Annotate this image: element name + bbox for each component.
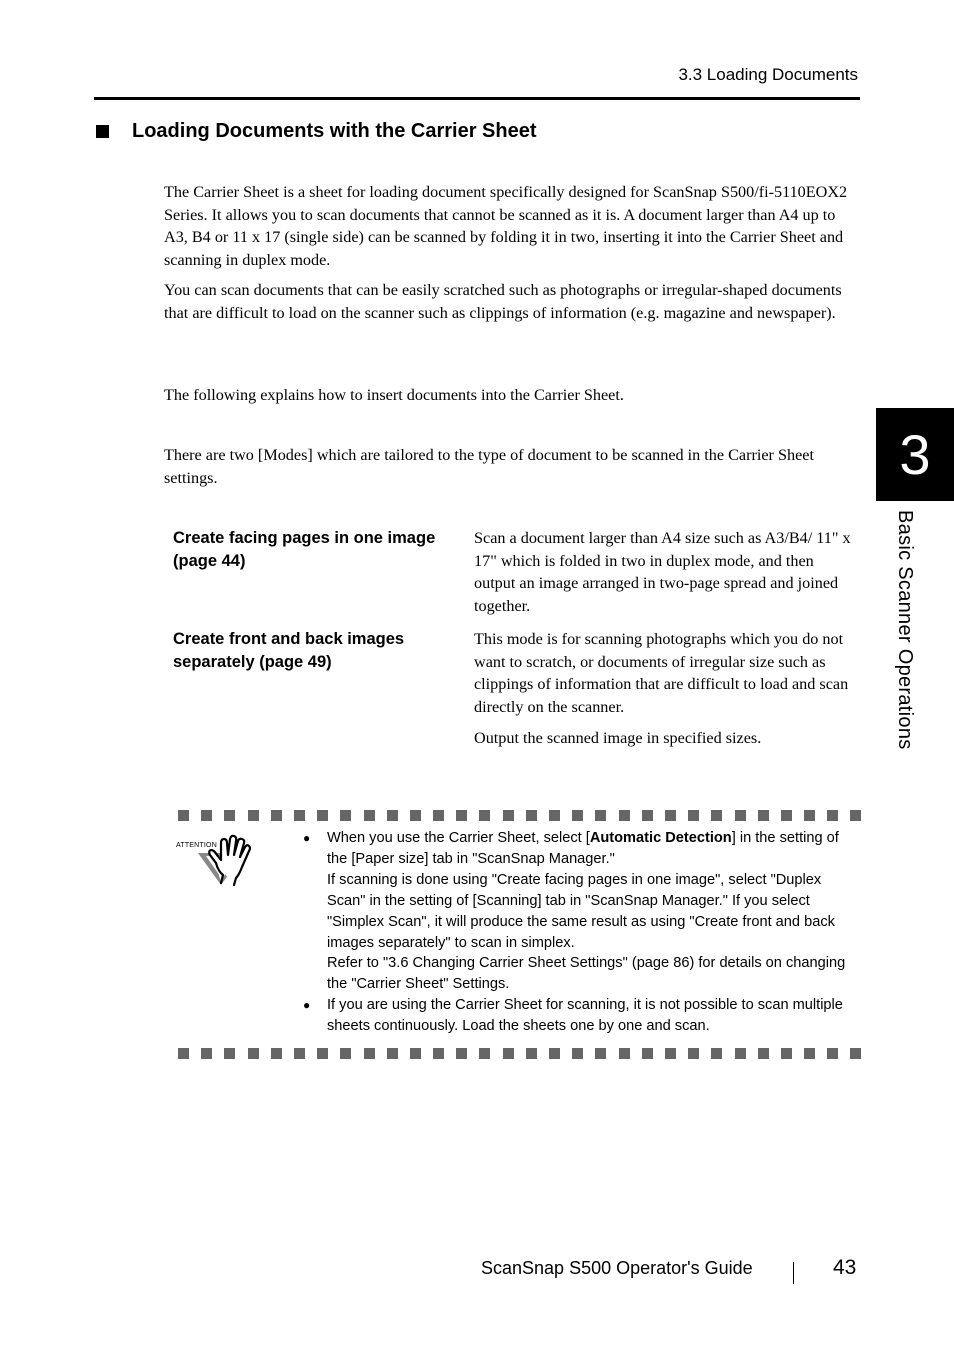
divider-square bbox=[502, 810, 514, 821]
divider-square bbox=[525, 1048, 537, 1059]
divider-square bbox=[618, 1048, 630, 1059]
divider-square bbox=[827, 1048, 839, 1059]
divider-square bbox=[270, 1048, 282, 1059]
divider-square bbox=[572, 1048, 584, 1059]
attention-bottom-divider bbox=[178, 1048, 862, 1059]
chapter-tab[interactable]: 3 bbox=[876, 408, 954, 501]
divider-square bbox=[479, 810, 491, 821]
attention-note: ● If you are using the Carrier Sheet for… bbox=[303, 995, 859, 1037]
modes-table: Create facing pages in one image (page 4… bbox=[173, 527, 863, 749]
divider-square bbox=[641, 1048, 653, 1059]
divider-square bbox=[340, 1048, 352, 1059]
divider-square bbox=[433, 810, 445, 821]
divider-square bbox=[618, 810, 630, 821]
paragraph-following: The following explains how to insert doc… bbox=[164, 386, 624, 404]
chapter-title: Basic Scanner Operations bbox=[894, 510, 916, 750]
mode-row: Create front and back images separately … bbox=[173, 628, 863, 750]
note-text-pre: When you use the Carrier Sheet, select [ bbox=[327, 830, 590, 846]
attention-hand-icon: ATTENTION bbox=[176, 833, 260, 889]
divider-square bbox=[734, 1048, 746, 1059]
attention-notes: ● When you use the Carrier Sheet, select… bbox=[303, 828, 859, 1037]
mode-description: Scan a document larger than A4 size such… bbox=[474, 527, 854, 618]
section-title: Loading Documents with the Carrier Sheet bbox=[132, 120, 537, 142]
divider-square bbox=[525, 810, 537, 821]
divider-square bbox=[780, 1048, 792, 1059]
divider-square bbox=[595, 810, 607, 821]
note-bold-setting: Automatic Detection bbox=[589, 830, 732, 846]
attention-top-divider bbox=[178, 810, 862, 821]
divider-square bbox=[178, 1048, 189, 1059]
divider-square bbox=[363, 810, 375, 821]
divider-square bbox=[247, 1048, 259, 1059]
divider-square bbox=[433, 1048, 445, 1059]
divider-square bbox=[479, 1048, 491, 1059]
bullet-dot-icon: ● bbox=[303, 998, 311, 1013]
section-heading: Loading Documents with the Carrier Sheet bbox=[96, 120, 537, 143]
divider-square bbox=[386, 810, 398, 821]
bullet-dot-icon: ● bbox=[303, 831, 311, 845]
paragraph-scratchable: You can scan documents that can be easil… bbox=[164, 281, 842, 322]
mode-description: This mode is for scanning photographs wh… bbox=[474, 628, 854, 750]
divider-square bbox=[711, 810, 723, 821]
footer-divider bbox=[793, 1262, 794, 1284]
divider-square bbox=[641, 810, 653, 821]
divider-square bbox=[734, 810, 746, 821]
footer-guide-title: ScanSnap S500 Operator's Guide bbox=[481, 1258, 753, 1278]
divider-square bbox=[409, 1048, 421, 1059]
divider-square bbox=[201, 1048, 213, 1059]
divider-square bbox=[409, 810, 421, 821]
divider-square bbox=[340, 810, 352, 821]
divider-square bbox=[317, 810, 329, 821]
mode-description-text: Output the scanned image in specified si… bbox=[474, 728, 762, 747]
divider-square bbox=[804, 1048, 816, 1059]
divider-square bbox=[549, 810, 560, 821]
divider-square bbox=[317, 1048, 329, 1059]
divider-square bbox=[664, 810, 676, 821]
divider-square bbox=[247, 810, 259, 821]
mode-description-text: Scan a document larger than A4 size such… bbox=[474, 529, 851, 616]
divider-square bbox=[224, 810, 236, 821]
divider-square bbox=[688, 1048, 700, 1059]
divider-square bbox=[850, 1048, 862, 1059]
divider-square bbox=[804, 810, 816, 821]
paragraph-intro: The Carrier Sheet is a sheet for loading… bbox=[164, 183, 848, 269]
divider-square bbox=[224, 1048, 236, 1059]
divider-square bbox=[456, 1048, 468, 1059]
divider-square bbox=[456, 810, 468, 821]
attention-note: ● When you use the Carrier Sheet, select… bbox=[303, 828, 859, 995]
running-head: 3.3 Loading Documents bbox=[678, 65, 858, 84]
mode-description-text: This mode is for scanning photographs wh… bbox=[474, 629, 849, 716]
divider-square bbox=[688, 810, 700, 821]
divider-square bbox=[595, 1048, 607, 1059]
divider-square bbox=[549, 1048, 560, 1059]
divider-square bbox=[664, 1048, 676, 1059]
attention-label: ATTENTION bbox=[176, 842, 217, 849]
attention-note-extra: If scanning is done using "Create facing… bbox=[327, 871, 835, 951]
divider-square bbox=[711, 1048, 723, 1059]
attention-note-text: When you use the Carrier Sheet, select [… bbox=[327, 828, 859, 870]
divider-square bbox=[502, 1048, 514, 1059]
mode-name-link[interactable]: Create facing pages in one image (page 4… bbox=[173, 527, 474, 618]
attention-note-text: If you are using the Carrier Sheet for s… bbox=[327, 997, 843, 1035]
divider-square bbox=[293, 1048, 305, 1059]
divider-square bbox=[757, 810, 769, 821]
divider-square bbox=[572, 810, 584, 821]
divider-square bbox=[363, 1048, 375, 1059]
divider-square bbox=[757, 1048, 769, 1059]
divider-square bbox=[178, 810, 189, 821]
divider-square bbox=[293, 810, 305, 821]
square-bullet-icon bbox=[96, 125, 109, 138]
divider-square bbox=[386, 1048, 398, 1059]
paragraph-modes: There are two [Modes] which are tailored… bbox=[164, 446, 814, 487]
mode-row: Create facing pages in one image (page 4… bbox=[173, 527, 863, 618]
header-rule bbox=[94, 97, 860, 100]
divider-square bbox=[780, 810, 792, 821]
divider-square bbox=[201, 810, 213, 821]
divider-square bbox=[827, 810, 839, 821]
divider-square bbox=[850, 810, 862, 821]
attention-note-reference[interactable]: Refer to "3.6 Changing Carrier Sheet Set… bbox=[327, 953, 859, 995]
page-number: 43 bbox=[833, 1256, 857, 1279]
divider-square bbox=[270, 810, 282, 821]
mode-name-link[interactable]: Create front and back images separately … bbox=[173, 628, 474, 750]
